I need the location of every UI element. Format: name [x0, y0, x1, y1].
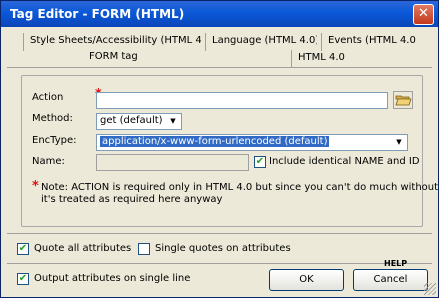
- tab-divider: [7, 67, 432, 68]
- method-select[interactable]: get (default) ▼: [96, 113, 182, 130]
- output-single-line-label: Output attributes on single line: [34, 273, 191, 284]
- enctype-value: application/x-www-form-urlencoded (defau…: [100, 136, 330, 147]
- note-line-1: Note: ACTION is required only in HTML 4.…: [41, 182, 439, 193]
- tab-label: FORM tag: [89, 51, 138, 62]
- help-link[interactable]: HELP: [384, 259, 407, 268]
- quote-all-label: Quote all attributes: [34, 243, 132, 254]
- tab-form-tag[interactable]: FORM tag: [83, 49, 203, 67]
- enctype-select[interactable]: application/x-www-form-urlencoded (defau…: [96, 134, 408, 151]
- output-single-line-checkbox[interactable]: ✔: [17, 273, 29, 285]
- window-title: Tag Editor - FORM (HTML): [10, 7, 185, 21]
- action-label: Action: [32, 92, 64, 103]
- tab-html-4[interactable]: HTML 4.0: [291, 50, 371, 68]
- tab-events[interactable]: Events (HTML 4.0: [321, 33, 431, 51]
- action-input[interactable]: [96, 92, 388, 109]
- single-quotes-checkbox[interactable]: [138, 243, 150, 255]
- tab-label: HTML 4.0: [298, 52, 345, 63]
- include-name-id-label: Include identical NAME and ID: [269, 156, 420, 167]
- tab-label: Events (HTML 4.0: [328, 35, 416, 46]
- required-star: *: [32, 179, 39, 194]
- tab-label: Style Sheets/Accessibility (HTML 4.0: [30, 35, 201, 46]
- checkmark-icon: ✔: [255, 156, 265, 167]
- divider: [7, 233, 432, 234]
- ok-button[interactable]: OK: [269, 269, 344, 291]
- cancel-button[interactable]: Cancel: [353, 269, 428, 291]
- tag-editor-window: Tag Editor - FORM (HTML) ✕ Style Sheets/…: [0, 0, 439, 298]
- method-label: Method:: [32, 113, 73, 124]
- method-value: get (default): [100, 115, 163, 126]
- tab-label: Language (HTML 4.0): [212, 35, 317, 46]
- name-input[interactable]: [96, 154, 249, 171]
- folder-open-icon: [395, 95, 412, 106]
- close-icon: ✕: [418, 6, 429, 21]
- browse-button[interactable]: [393, 91, 413, 109]
- include-name-id-checkbox[interactable]: ✔: [254, 156, 266, 168]
- note-line-2: it's treated as required here anyway: [41, 194, 223, 205]
- checkmark-icon: ✔: [18, 273, 28, 284]
- close-button[interactable]: ✕: [413, 4, 434, 25]
- tab-language[interactable]: Language (HTML 4.0): [205, 33, 317, 51]
- resize-grip[interactable]: [424, 283, 436, 295]
- title-bar[interactable]: Tag Editor - FORM (HTML) ✕: [1, 1, 438, 27]
- name-label: Name:: [32, 156, 65, 167]
- quote-all-checkbox[interactable]: ✔: [17, 243, 29, 255]
- enctype-label: EncType:: [32, 135, 77, 146]
- single-quotes-label: Single quotes on attributes: [155, 243, 291, 254]
- chevron-down-icon: ▼: [170, 117, 176, 125]
- chevron-down-icon: ▼: [396, 138, 402, 146]
- divider: [7, 263, 432, 264]
- checkmark-icon: ✔: [18, 243, 28, 254]
